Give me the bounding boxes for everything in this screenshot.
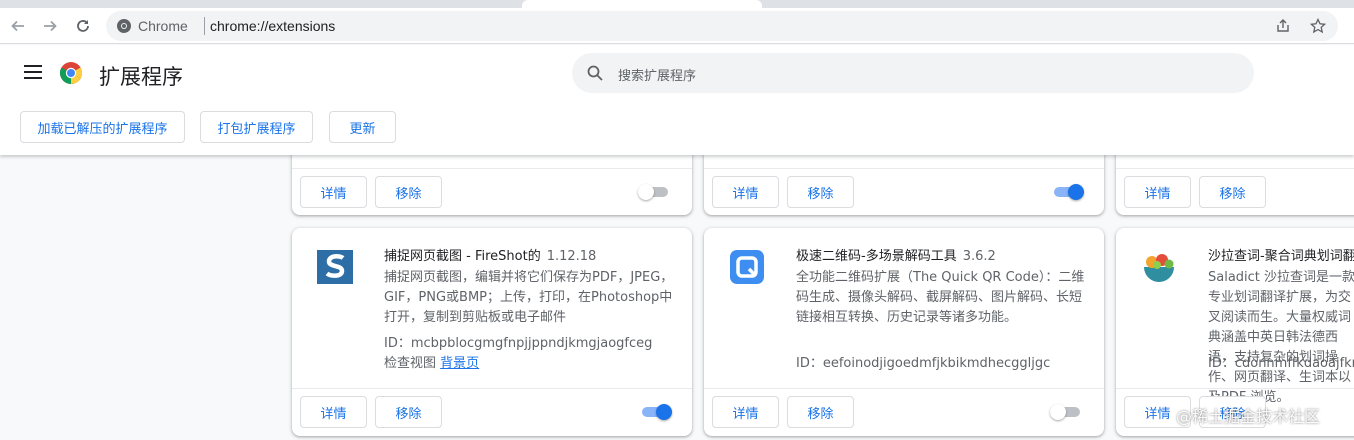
remove-button[interactable]: 移除 — [375, 176, 442, 208]
extension-id: ID：cdonnmffkdaoajfknoeeecmchibpmkmg — [1208, 356, 1354, 371]
background-page-link[interactable]: 背景页 — [440, 356, 479, 371]
extension-description: Saladict 沙拉查词是一款专业划词翻译扩展，为交叉阅读而生。大量权威词典涵… — [1208, 270, 1354, 405]
details-button[interactable]: 详情 — [712, 176, 779, 208]
details-button[interactable]: 详情 — [712, 396, 779, 428]
inspect-label: 检查视图 — [384, 356, 437, 371]
remove-button[interactable]: 移除 — [787, 396, 854, 428]
chrome-site-icon — [116, 18, 132, 34]
divider — [1116, 168, 1354, 169]
menu-icon[interactable] — [24, 65, 42, 79]
search-icon — [586, 64, 604, 82]
reload-icon[interactable] — [71, 14, 95, 38]
inspect-views: 检查视图 背景页 — [384, 352, 479, 371]
search-placeholder: 搜索扩展程序 — [618, 69, 697, 84]
page-title: 扩展程序 — [99, 65, 183, 89]
extension-name: 极速二维码-多场景解码工具 3.6.2 — [796, 245, 996, 264]
extension-version: 3.6.2 — [962, 249, 996, 264]
remove-button[interactable]: 移除 — [1199, 176, 1266, 208]
enable-toggle[interactable] — [640, 402, 674, 422]
site-label: Chrome — [138, 18, 188, 34]
fireshot-icon — [316, 248, 354, 286]
divider — [1116, 388, 1354, 389]
chrome-logo-icon — [59, 61, 83, 85]
qr-code-icon — [728, 248, 766, 286]
pack-extension-button[interactable]: 打包扩展程序 — [200, 111, 313, 143]
extension-title: 极速二维码-多场景解码工具 — [796, 249, 957, 264]
browser-toolbar: Chrome chrome://extensions — [0, 8, 1354, 44]
enable-toggle[interactable] — [1048, 402, 1082, 422]
divider — [704, 388, 1104, 389]
extension-description: 捕捉网页截图，编辑并将它们保存为PDF，JPEG，GIF，PNG或BMP；上传，… — [384, 270, 674, 325]
url-text[interactable]: chrome://extensions — [210, 18, 335, 34]
active-tab[interactable] — [522, 0, 762, 8]
saladict-icon — [1140, 248, 1178, 286]
extension-name: 沙拉查词-聚合词典划词翻 — [1208, 245, 1354, 264]
share-icon[interactable] — [1274, 17, 1292, 35]
remove-button[interactable]: 移除 — [375, 396, 442, 428]
extension-name: 捕捉网页截图 - FireShot的 1.12.18 — [384, 245, 596, 264]
extensions-header: 扩展程序 搜索扩展程序 加载已解压的扩展程序 打包扩展程序 更新 — [0, 45, 1354, 155]
extension-card-fireshot: 捕捉网页截图 - FireShot的 1.12.18 捕捉网页截图，编辑并将它们保… — [292, 228, 692, 436]
extension-id: ID：mcbpblocgmgfnpjjppndjkmgjaogfceg — [384, 336, 653, 351]
bookmark-star-icon[interactable] — [1309, 17, 1327, 35]
load-unpacked-button[interactable]: 加载已解压的扩展程序 — [20, 111, 185, 143]
extension-title: 捕捉网页截图 - FireShot的 — [384, 249, 541, 264]
divider — [704, 168, 1104, 169]
update-button[interactable]: 更新 — [329, 111, 396, 143]
details-button[interactable]: 详情 — [300, 396, 367, 428]
divider — [204, 17, 205, 35]
extension-id: ID：eefoinodjigoedmfjkbikmdhecggljgc — [796, 356, 1051, 371]
watermark: @稀土掘金技术社区 — [1176, 403, 1320, 427]
extension-version: 1.12.18 — [546, 249, 597, 264]
details-button[interactable]: 详情 — [300, 176, 367, 208]
details-button[interactable]: 详情 — [1124, 176, 1191, 208]
forward-icon[interactable] — [38, 14, 62, 38]
remove-button[interactable]: 移除 — [787, 176, 854, 208]
enable-toggle[interactable] — [1052, 182, 1086, 202]
divider — [292, 388, 692, 389]
extension-title: 沙拉查词-聚合词典划词翻 — [1208, 249, 1354, 264]
extension-card-qr: 极速二维码-多场景解码工具 3.6.2 全功能二维码扩展（The Quick QR… — [704, 228, 1104, 436]
divider — [292, 168, 692, 169]
extension-description: 全功能二维码扩展（The Quick QR Code）：二维码生成、摄像头解码、… — [796, 270, 1085, 325]
address-bar[interactable]: Chrome chrome://extensions — [106, 11, 1338, 41]
search-input[interactable]: 搜索扩展程序 — [572, 53, 1254, 93]
watermark-text: @稀土掘金技术社区 — [1176, 407, 1321, 426]
back-icon[interactable] — [6, 14, 30, 38]
enable-toggle[interactable] — [636, 182, 670, 202]
